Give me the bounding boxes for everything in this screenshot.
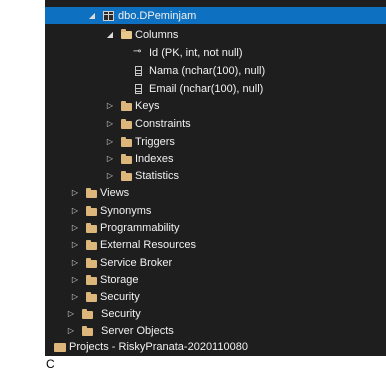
collapse-arrow-icon[interactable]: ▷ <box>70 275 80 285</box>
tree-node-label: Constraints <box>135 117 191 130</box>
collapse-arrow-icon[interactable]: ▷ <box>105 119 115 129</box>
tree-node-keys[interactable]: ▷ Keys <box>45 97 386 114</box>
tree-node-label: Email (nchar(100), null) <box>149 82 264 95</box>
folder-icon <box>121 101 132 111</box>
collapse-arrow-icon[interactable]: ▷ <box>105 171 115 181</box>
tree-node-label: Security <box>101 307 141 320</box>
collapse-arrow-icon[interactable]: ▷ <box>66 326 76 336</box>
tree-node-label: Columns <box>135 28 179 41</box>
primary-key-icon: ⊸ <box>133 46 142 57</box>
column-icon <box>135 84 142 94</box>
collapse-arrow-icon[interactable]: ▷ <box>70 188 80 198</box>
expand-arrow-icon[interactable]: ◢ <box>105 30 115 40</box>
folder-icon <box>82 326 93 336</box>
tree-node-label: Synonyms <box>100 204 152 217</box>
collapse-arrow-icon[interactable]: ▷ <box>70 292 80 302</box>
tree-node-table-dbo-dpeminjam[interactable]: ◢ dbo.DPeminjam <box>45 7 386 24</box>
folder-icon <box>86 275 97 285</box>
folder-icon <box>86 206 97 216</box>
folder-icon <box>82 309 93 319</box>
tree-node-label: Id (PK, int, not null) <box>149 46 243 59</box>
tree-node-indexes[interactable]: ▷ Indexes <box>45 150 386 167</box>
tree-node-db-security[interactable]: ▷ Security <box>45 288 386 305</box>
collapse-arrow-icon[interactable]: ▷ <box>70 240 80 250</box>
tree-node-label: Triggers <box>135 135 175 148</box>
tree-node-label: dbo.DPeminjam <box>118 9 197 22</box>
collapse-arrow-icon[interactable]: ▷ <box>70 258 80 268</box>
folder-open-icon <box>121 29 132 39</box>
tree-node-views[interactable]: ▷ Views <box>45 184 386 201</box>
tree-node-programmability[interactable]: ▷ Programmability <box>45 219 386 236</box>
tree-node-external-resources[interactable]: ▷ External Resources <box>45 236 386 253</box>
tree-node-label: Server Objects <box>101 324 174 337</box>
folder-icon <box>86 258 97 268</box>
project-row[interactable]: Projects - RiskyPranata-2020110080 <box>45 339 386 356</box>
tree-node-label: Views <box>100 186 130 199</box>
tree-node-label: External Resources <box>100 238 196 251</box>
tree-node-storage[interactable]: ▷ Storage <box>45 271 386 288</box>
tree-node-statistics[interactable]: ▷ Statistics <box>45 167 386 184</box>
folder-icon <box>121 154 132 164</box>
collapse-arrow-icon[interactable]: ▷ <box>105 101 115 111</box>
tree-node-label: Keys <box>135 99 160 112</box>
collapse-arrow-icon[interactable]: ▷ <box>70 223 80 233</box>
folder-icon <box>121 137 132 147</box>
tree-node-label: Storage <box>100 273 139 286</box>
tree-node-label: Programmability <box>100 221 180 234</box>
tree-node-server-security-row[interactable]: ▷ Security <box>45 305 386 322</box>
tree-node-triggers[interactable]: ▷ Triggers <box>45 133 386 150</box>
expand-arrow-icon[interactable]: ◢ <box>87 11 97 21</box>
folder-icon <box>86 188 97 198</box>
tree-node-label: Security <box>100 290 140 303</box>
project-label: Projects - RiskyPranata-2020110080 <box>69 341 248 353</box>
collapse-arrow-icon[interactable]: ▷ <box>105 137 115 147</box>
tree-node-columns[interactable]: ◢ Columns <box>45 26 386 43</box>
tree-node-service-broker[interactable]: ▷ Service Broker <box>45 254 386 271</box>
white-bottom-area <box>45 356 386 371</box>
folder-icon <box>86 240 97 250</box>
collapse-arrow-icon[interactable]: ▷ <box>105 154 115 164</box>
collapse-arrow-icon[interactable]: ▷ <box>66 309 76 319</box>
partial-text: C <box>46 357 55 371</box>
tree-node-column-id[interactable]: ⊸ Id (PK, int, not null) <box>45 44 386 61</box>
tree-node-server-objects-row[interactable]: ▷ Server Objects <box>45 322 386 339</box>
tree-node-label: Indexes <box>135 152 174 165</box>
tree-node-column-email[interactable]: Email (nchar(100), null) <box>45 80 386 97</box>
tree-node-label: Statistics <box>135 169 180 182</box>
table-icon <box>103 11 114 21</box>
folder-icon <box>121 171 132 181</box>
column-icon <box>135 66 142 76</box>
tree-node-label: Nama (nchar(100), null) <box>149 64 266 77</box>
project-folder-icon <box>54 343 66 352</box>
tree-node-synonyms[interactable]: ▷ Synonyms <box>45 202 386 219</box>
tree-node-constraints[interactable]: ▷ Constraints <box>45 115 386 132</box>
collapse-arrow-icon[interactable]: ▷ <box>70 206 80 216</box>
folder-icon <box>86 223 97 233</box>
tree-node-column-nama[interactable]: Nama (nchar(100), null) <box>45 62 386 79</box>
folder-icon <box>121 119 132 129</box>
tree-node-label: Service Broker <box>100 256 173 269</box>
folder-icon <box>86 292 97 302</box>
object-explorer-tree: ◢ dbo.DPeminjam ◢ Columns ⊸ Id (PK, int,… <box>45 0 386 348</box>
